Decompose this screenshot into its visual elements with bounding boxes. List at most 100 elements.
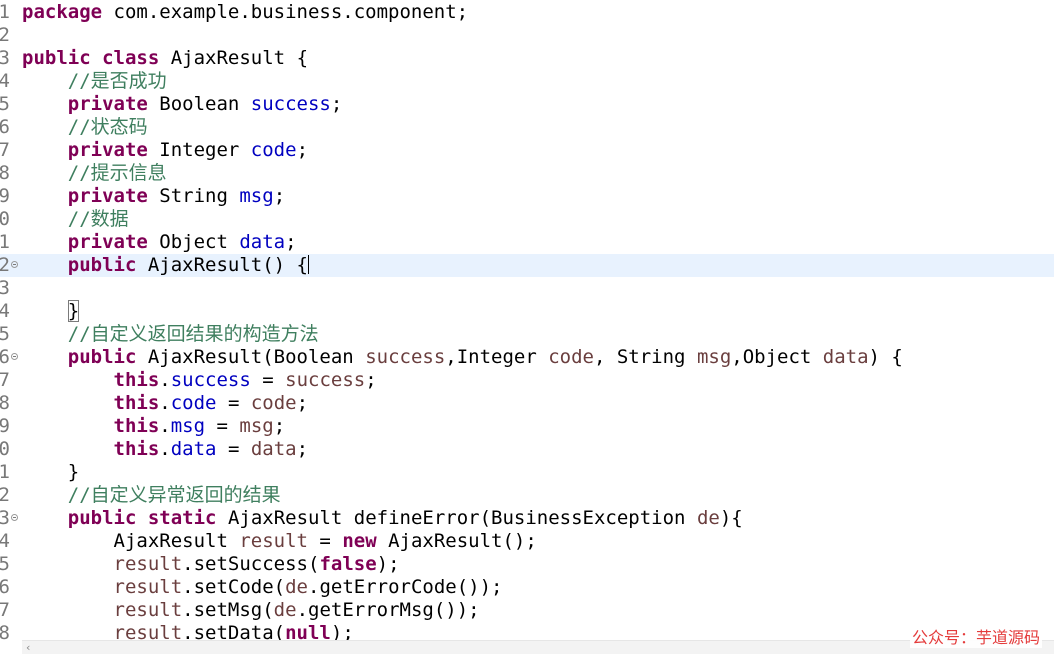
code-text[interactable]: } [22,461,79,484]
code-text[interactable]: AjaxResult result = new AjaxResult(); [22,530,537,553]
code-token: AjaxResult(Boolean [136,346,366,368]
fold-toggle-icon[interactable] [11,514,18,521]
code-line[interactable]: 4 AjaxResult result = new AjaxResult(); [0,530,1054,553]
line-number: 0 [0,208,10,231]
code-text[interactable]: result.setData(null); [22,622,354,640]
code-line[interactable]: 7 this.success = success; [0,369,1054,392]
code-line[interactable]: 4 } [0,300,1054,323]
code-line[interactable]: 7 result.setMsg(de.getErrorMsg()); [0,599,1054,622]
line-number: 6 [0,346,10,369]
code-line[interactable]: 3 public class AjaxResult { [0,47,1054,70]
code-line[interactable]: 8 //提示信息 [0,162,1054,185]
code-line[interactable]: 4 //是否成功 [0,70,1054,93]
code-text[interactable]: //自定义异常返回的结果 [22,484,281,507]
code-text[interactable]: package com.example.business.component; [22,1,468,24]
line-number-text: 8 [0,162,10,184]
line-number-text: 8 [0,392,10,414]
code-line[interactable]: 7 private Integer code; [0,139,1054,162]
code-line[interactable]: 8 result.setData(null); [0,622,1054,640]
code-line[interactable]: 5 //自定义返回结果的构造方法 [0,323,1054,346]
parameter-token: result [239,530,308,552]
fold-toggle-icon[interactable] [11,261,18,268]
code-text[interactable]: result.setMsg(de.getErrorMsg()); [22,599,480,622]
horizontal-scrollbar[interactable]: ‹ [22,640,1054,654]
keyword-token: static [147,507,217,529]
code-line[interactable]: 0 //数据 [0,208,1054,231]
scroll-left-arrow-icon[interactable]: ‹ [26,641,30,654]
code-line[interactable]: 9 private String msg; [0,185,1054,208]
code-text[interactable]: } [22,300,80,323]
code-text[interactable]: public class AjaxResult { [22,47,308,70]
code-text[interactable]: //自定义返回结果的构造方法 [22,323,319,346]
code-text[interactable]: public static AjaxResult defineError(Bus… [22,507,743,530]
code-token: ){ [719,507,743,529]
line-number: 3 [0,47,10,70]
code-line[interactable]: 8 this.code = code; [0,392,1054,415]
code-line[interactable]: 1 private Object data; [0,231,1054,254]
comment-token: //是否成功 [67,70,167,92]
line-number: 3 [0,507,10,530]
code-line[interactable]: 3 [0,277,1054,300]
code-token: ; [296,392,309,414]
code-line[interactable]: 3 public static AjaxResult defineError(B… [0,507,1054,530]
line-number-text: 6 [0,116,10,138]
line-number-text: 9 [0,415,10,437]
code-text[interactable]: result.setSuccess(false); [22,553,400,576]
code-line[interactable]: 6 public AjaxResult(Boolean success,Inte… [0,346,1054,369]
code-text[interactable]: result.setCode(de.getErrorCode()); [22,576,503,599]
code-line[interactable]: 2 public AjaxResult() { [0,254,1054,277]
code-text[interactable]: private String msg; [22,185,285,208]
code-line[interactable]: 9 this.msg = msg; [0,415,1054,438]
line-number-text: 6 [0,346,10,368]
field-token: msg [170,415,206,437]
line-number: 5 [0,93,10,116]
code-line[interactable]: 5 result.setSuccess(false); [0,553,1054,576]
code-text[interactable]: //提示信息 [22,162,167,185]
code-text[interactable]: public AjaxResult(Boolean success,Intege… [22,346,903,369]
code-text[interactable]: this.code = code; [22,392,309,415]
code-line[interactable]: 0 this.data = data; [0,438,1054,461]
line-number: 1 [0,461,10,484]
code-text[interactable]: //状态码 [22,116,148,139]
line-number: 1 [0,1,10,24]
parameter-token: msg [239,415,274,437]
line-number-text: 7 [0,599,10,621]
keyword-token: public [67,254,137,276]
code-line[interactable]: 6 result.setCode(de.getErrorCode()); [0,576,1054,599]
code-text[interactable]: private Integer code; [22,139,308,162]
code-text[interactable]: //数据 [22,208,129,231]
code-line[interactable]: 1 package com.example.business.component; [0,1,1054,24]
code-line[interactable]: 2 //自定义异常返回的结果 [0,484,1054,507]
code-line[interactable]: 2 [0,24,1054,47]
parameter-token: de [285,576,308,598]
line-number-text: 6 [0,576,10,598]
code-text[interactable]: private Object data; [22,231,297,254]
code-line[interactable]: 1 } [0,461,1054,484]
code-text[interactable]: this.data = data; [22,438,309,461]
code-text[interactable]: this.msg = msg; [22,415,286,438]
comment-token: //数据 [67,208,129,230]
code-token: Integer [147,139,251,161]
code-text[interactable]: private Boolean success; [22,93,343,116]
parameter-token: data [250,438,297,460]
code-token: AjaxResult(); [376,530,537,552]
line-number: 4 [0,300,10,323]
code-text[interactable]: public AjaxResult() { [22,254,309,277]
fold-toggle-icon[interactable] [11,353,18,360]
parameter-token: success [365,346,446,368]
code-line[interactable]: 5 private Boolean success; [0,93,1054,116]
code-text[interactable]: //是否成功 [22,70,167,93]
line-number-text: 4 [0,530,10,552]
code-line[interactable]: 6 //状态码 [0,116,1054,139]
line-number: 9 [0,185,10,208]
code-text[interactable]: this.success = success; [22,369,377,392]
code-editor[interactable]: 1 package com.example.business.component;… [0,0,1054,640]
